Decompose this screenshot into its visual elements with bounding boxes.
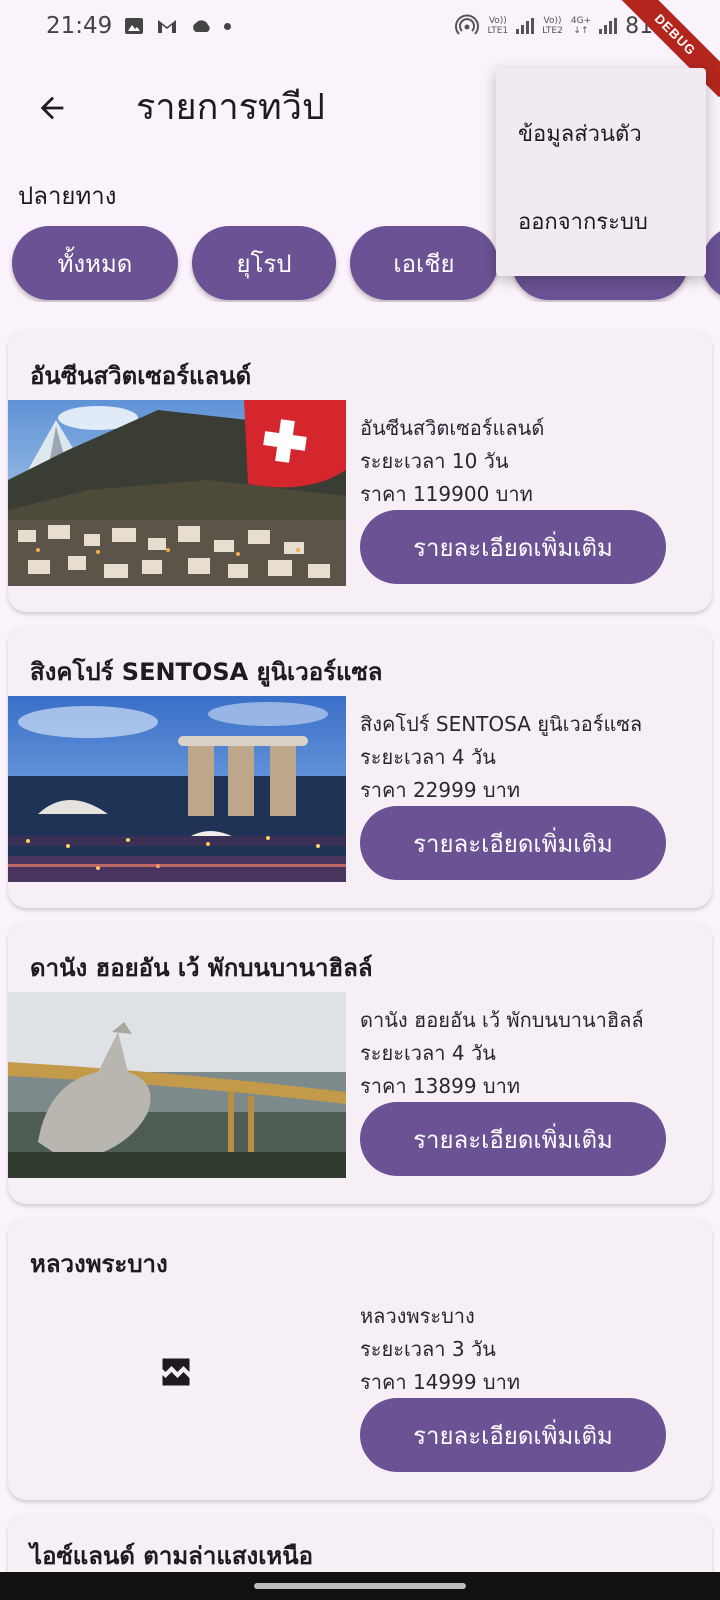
broken-image-icon [162,1358,190,1386]
tour-name: สิงคโปร์ SENTOSA ยูนิเวอร์แซล [360,712,643,736]
tour-image-golden-bridge [8,992,346,1178]
tour-name: ดานัง ฮอยอัน เว้ พักบนบานาฮิลล์ [360,1008,644,1032]
tour-card[interactable]: หลวงพระบาง หลวงพระบาง ระยะเวลา 3 วัน ราค… [8,1218,712,1500]
tour-card[interactable]: อันซีนสวิตเซอร์แลนด์ อันซีนสวิตเซอร์แลนด… [8,330,712,612]
more-details-button[interactable]: รายละเอียดเพิ่มเติม [360,1102,666,1176]
tour-card-title: ไอซ์แลนด์ ตามล่าแสงเหนือ [30,1542,314,1570]
status-time: 21:49 [46,13,113,39]
tour-image-switzerland [8,400,346,586]
tour-image-placeholder [8,1288,346,1474]
chip-asia[interactable]: เอเชีย [350,226,498,300]
more-details-button[interactable]: รายละเอียดเพิ่มเติม [360,510,666,584]
tour-card-info: สิงคโปร์ SENTOSA ยูนิเวอร์แซล ระยะเวลา 4… [360,708,642,807]
chip-all[interactable]: ทั้งหมด [12,226,178,300]
tour-card-title: หลวงพระบาง [30,1250,168,1278]
page-title: รายการทวีป [136,87,325,128]
home-gesture-handle[interactable] [254,1583,466,1589]
tour-name: หลวงพระบาง [360,1304,475,1328]
gmail-notification-icon [158,20,177,33]
chip-europe[interactable]: ยุโรป [192,226,336,300]
tour-card-title: สิงคโปร์ SENTOSA ยูนิเวอร์แซล [30,658,383,686]
tour-card[interactable]: ดานัง ฮอยอัน เว้ พักบนบานาฮิลล์ ดานัง ฮอ… [8,922,712,1204]
overflow-menu: ข้อมูลส่วนตัว ออกจากระบบ [496,68,706,276]
tour-duration: ระยะเวลา 10 วัน [360,449,509,473]
back-button[interactable] [28,84,76,132]
image-notification-icon [125,18,144,34]
tour-card-info: อันซีนสวิตเซอร์แลนด์ ระยะเวลา 10 วัน ราค… [360,412,544,511]
tour-card-info: ดานัง ฮอยอัน เว้ พักบนบานาฮิลล์ ระยะเวลา… [360,1004,644,1103]
tour-duration: ระยะเวลา 3 วัน [360,1337,496,1361]
status-bar: 21:49 Vo))LTE1 Vo))LTE2 4G+↓↑ 81% [0,0,720,52]
tour-name: อันซีนสวิตเซอร์แลนด์ [360,416,545,440]
tour-card-title: ดานัง ฮอยอัน เว้ พักบนบานาฮิลล์ [30,954,373,982]
sim1-label: Vo)) LTE1 [487,16,509,36]
tour-duration: ระยะเวลา 4 วัน [360,745,496,769]
tour-price: ราคา 22999 บาท [360,778,521,802]
tour-price: ราคา 119900 บาท [360,482,533,506]
hotspot-icon [455,14,480,35]
tour-price: ราคา 13899 บาท [360,1074,521,1098]
menu-item-logout[interactable]: ออกจากระบบ [518,204,648,239]
arrow-back-icon [40,96,64,120]
tour-card-info: หลวงพระบาง ระยะเวลา 3 วัน ราคา 14999 บาท [360,1300,520,1399]
tour-card[interactable]: สิงคโปร์ SENTOSA ยูนิเวอร์แซล สิงคโปร์ S… [8,626,712,908]
tour-price: ราคา 14999 บาท [360,1370,521,1394]
tour-image-singapore [8,696,346,882]
tour-card-title: อันซีนสวิตเซอร์แลนด์ [30,362,252,390]
system-navigation-bar [0,1572,720,1600]
menu-item-profile[interactable]: ข้อมูลส่วนตัว [518,116,642,151]
more-notifications-dot-icon [224,22,232,30]
sim1-signal-icon [516,18,535,34]
more-details-button[interactable]: รายละเอียดเพิ่มเติม [360,806,666,880]
tour-duration: ระยะเวลา 4 วัน [360,1041,496,1065]
cloud-notification-icon [193,20,210,32]
sim2-label: Vo)) LTE2 [542,16,563,36]
filter-label: ปลายทาง [18,182,117,210]
network-type: 4G+ ↓↑ [570,16,592,36]
sim2-signal-icon [599,18,618,34]
more-details-button[interactable]: รายละเอียดเพิ่มเติม [360,1398,666,1472]
